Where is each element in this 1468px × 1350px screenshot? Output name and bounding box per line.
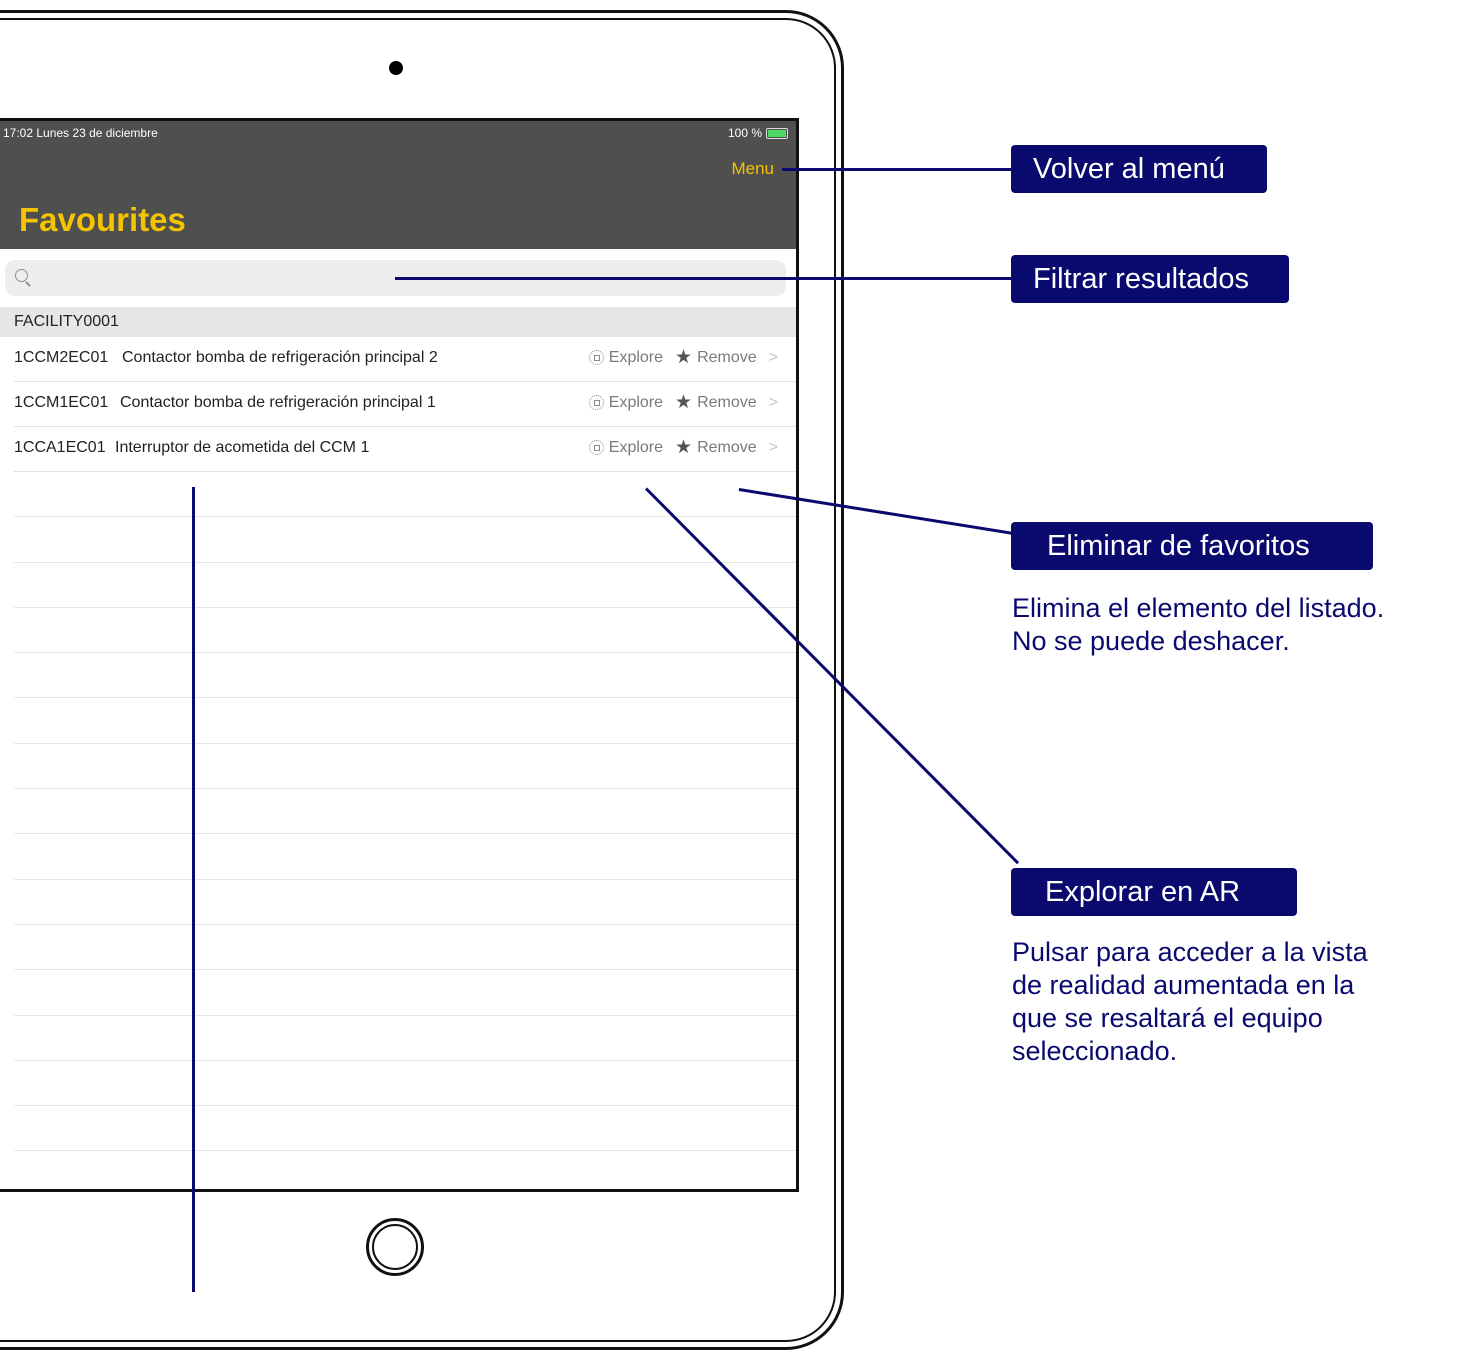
camera-dot [389,61,403,75]
battery-icon [766,127,788,139]
star-icon: ★ [675,392,693,413]
list-item[interactable]: 1CCM1EC01 Contactor bomba de refrigeraci… [14,382,796,427]
callout-explore-ar: Explorar en AR [1011,868,1297,916]
star-icon: ★ [675,347,693,368]
chevron-right-icon: > [768,393,778,411]
item-actions: Explore ★ Remove > [588,348,778,367]
search-icon [15,269,28,282]
divider [14,744,796,790]
empty-list-area [14,472,796,1152]
item-code: 1CCA1EC01 [14,439,106,456]
status-indicators: 100 % [728,126,788,140]
explore-button[interactable]: Explore [588,393,664,412]
favourites-list: 1CCM2EC01 Contactor bomba de refrigeraci… [0,337,796,472]
callout-remove-favourites: Eliminar de favoritos [1011,522,1373,570]
explore-button[interactable]: Explore [588,438,664,457]
ar-explore-icon [588,440,604,455]
callout-line-menu [782,168,1012,171]
battery-text: 100 % [727,126,762,140]
divider [14,608,796,654]
page-title: Favourites [19,201,186,238]
callout-filter-results: Filtrar resultados [1011,255,1289,303]
remove-label: Remove [697,348,757,366]
item-code: 1CCM1EC01 [14,394,109,411]
explore-label: Explore [608,348,664,366]
divider [14,970,796,1016]
chevron-right-icon: > [768,348,778,366]
item-code: 1CCM2EC01 [14,349,109,366]
explore-label: Explore [608,393,664,411]
divider [14,653,796,699]
explore-label: Explore [608,438,664,456]
status-time-date: 17:02 Lunes 23 de diciembre [3,126,158,140]
item-actions: Explore ★ Remove > [588,438,778,457]
divider [14,698,796,744]
ar-explore-icon [588,395,604,410]
item-actions: Explore ★ Remove > [588,393,778,412]
divider [14,472,796,518]
ar-explore-icon [588,350,604,365]
remove-button[interactable]: ★ Remove [663,348,757,367]
menu-button[interactable]: Menu [731,159,774,179]
divider [14,789,796,835]
divider [14,925,796,971]
item-description: Interruptor de acometida del CCM 1 [115,439,370,456]
divider [14,563,796,608]
divider [14,834,796,880]
star-icon: ★ [675,437,693,458]
callout-remove-note: Elimina el elemento del listado. No se p… [1012,593,1385,656]
remove-label: Remove [697,393,757,411]
item-description: Contactor bomba de refrigeración princip… [120,394,436,411]
home-button[interactable] [366,1218,424,1276]
remove-button[interactable]: ★ Remove [663,438,757,457]
remove-button[interactable]: ★ Remove [663,393,757,412]
callout-line-search [395,277,1012,280]
explore-button[interactable]: Explore [588,348,664,367]
section-header: FACILITY0001 [0,307,796,337]
divider [14,880,796,925]
item-description: Contactor bomba de refrigeración princip… [122,349,438,366]
list-item[interactable]: 1CCA1EC01 Interruptor de acometida del C… [14,427,796,472]
callout-line-list [192,487,195,1292]
navigation-bar: 17:02 Lunes 23 de diciembre 100 % Menu F… [0,121,796,249]
divider [14,1016,796,1061]
list-item[interactable]: 1CCM2EC01 Contactor bomba de refrigeraci… [14,337,796,382]
callout-explore-note: Pulsar para acceder a la vista de realid… [1012,937,1368,1066]
callout-back-to-menu: Volver al menú [1011,145,1267,193]
divider [14,1106,796,1152]
divider [14,1061,796,1107]
remove-label: Remove [697,438,757,456]
chevron-right-icon: > [768,438,778,456]
